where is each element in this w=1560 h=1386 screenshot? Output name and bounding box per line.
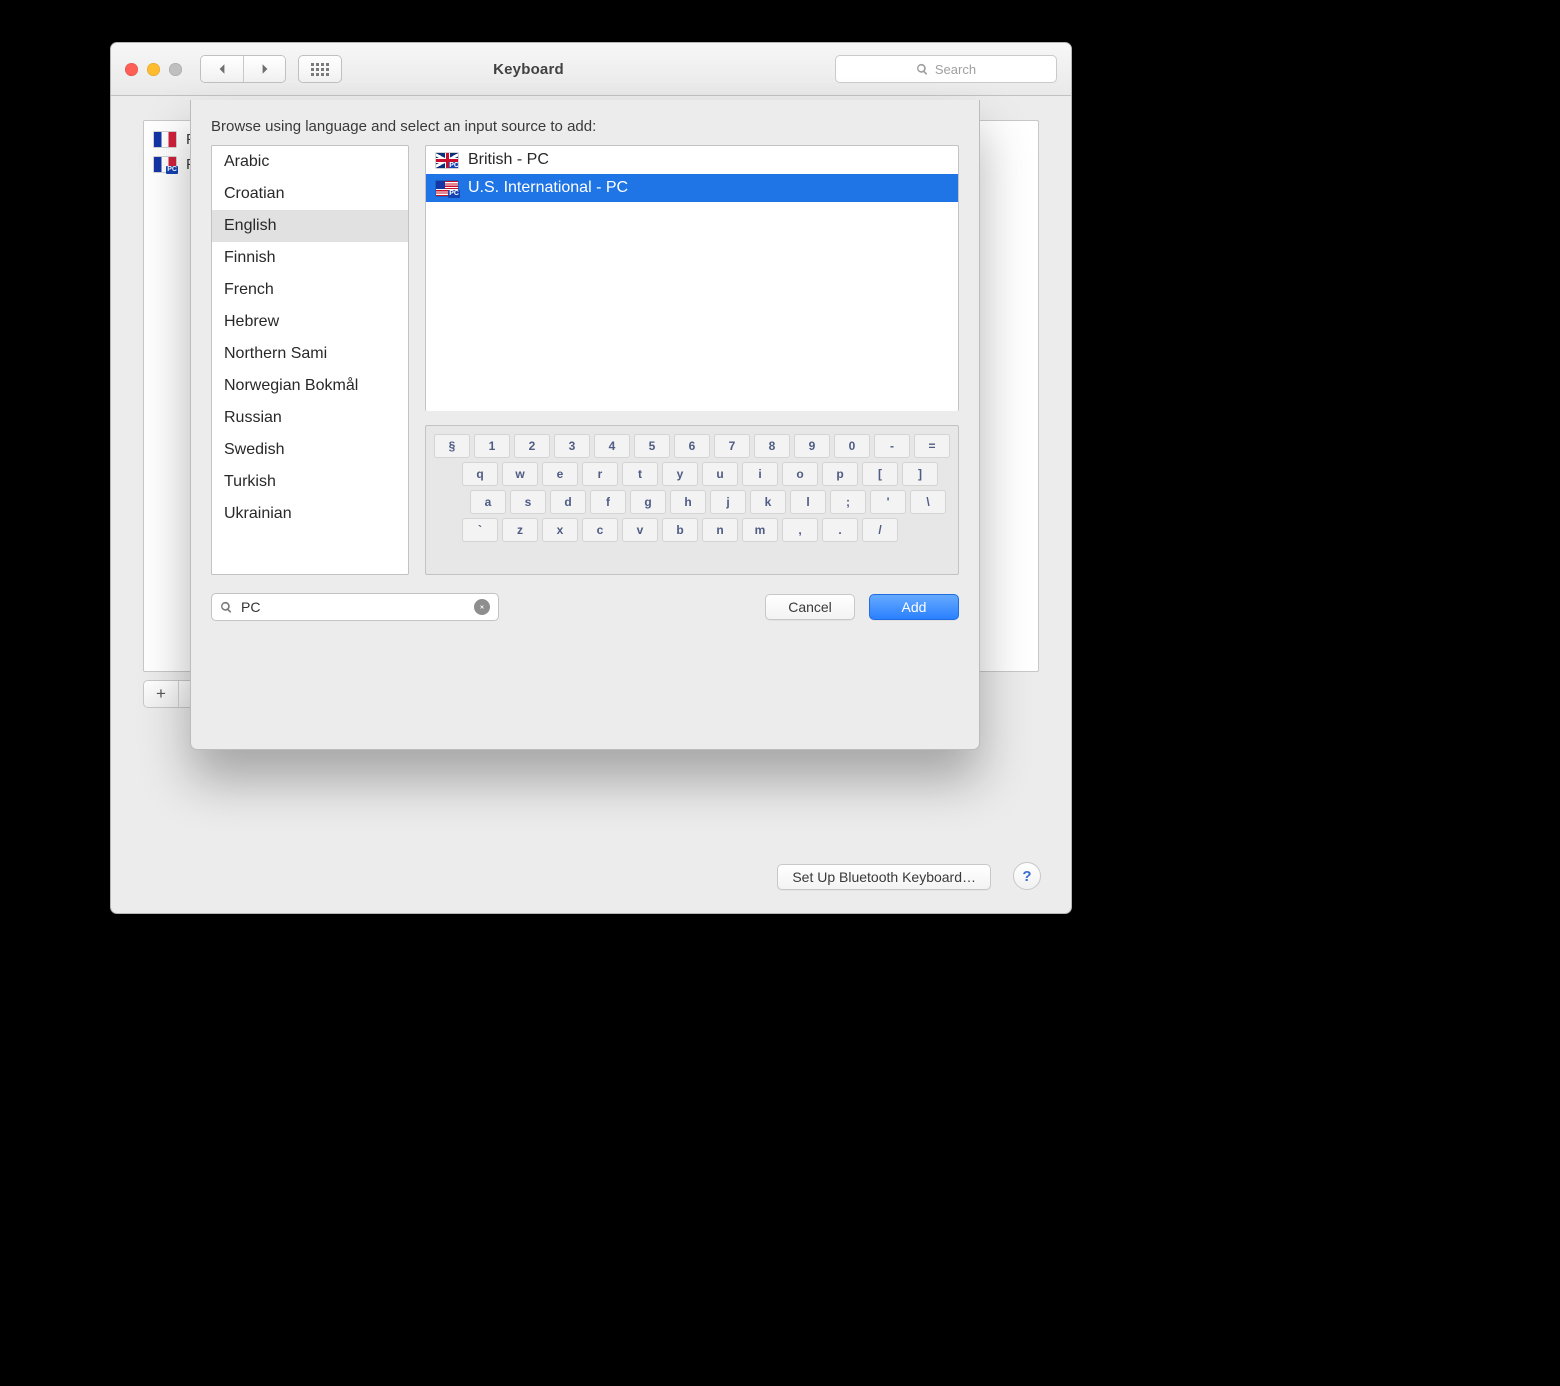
keyboard-key: ] — [902, 462, 938, 486]
keyboard-key: 4 — [594, 434, 630, 458]
keyboard-key: h — [670, 490, 706, 514]
keyboard-key: 1 — [474, 434, 510, 458]
keyboard-key: e — [542, 462, 578, 486]
minimize-icon[interactable] — [147, 63, 160, 76]
language-item[interactable]: English — [212, 210, 408, 242]
keyboard-key: ; — [830, 490, 866, 514]
language-item[interactable]: Croatian — [212, 178, 408, 210]
keyboard-key: 0 — [834, 434, 870, 458]
keyboard-key: a — [470, 490, 506, 514]
keyboard-key: s — [510, 490, 546, 514]
keyboard-key: k — [750, 490, 786, 514]
keyboard-key: x — [542, 518, 578, 542]
cancel-button[interactable]: Cancel — [765, 594, 855, 620]
flag-france-pc-icon: PC — [154, 157, 176, 172]
keyboard-key: j — [710, 490, 746, 514]
keyboard-key: q — [462, 462, 498, 486]
keyboard-key: g — [630, 490, 666, 514]
keyboard-key: / — [862, 518, 898, 542]
language-item[interactable]: Finnish — [212, 242, 408, 274]
language-item[interactable]: Turkish — [212, 466, 408, 498]
keyboard-key: u — [702, 462, 738, 486]
keyboard-key: c — [582, 518, 618, 542]
keyboard-key: i — [742, 462, 778, 486]
nav-segmented — [200, 55, 286, 83]
keyboard-key: b — [662, 518, 698, 542]
keyboard-key: 8 — [754, 434, 790, 458]
bluetooth-keyboard-button[interactable]: Set Up Bluetooth Keyboard… — [777, 864, 991, 890]
keyboard-key: , — [782, 518, 818, 542]
keyboard-key: r — [582, 462, 618, 486]
keyboard-key: 7 — [714, 434, 750, 458]
close-icon[interactable] — [125, 63, 138, 76]
input-source-list: PC British - PC PC U.S. International - PC — [425, 145, 959, 411]
back-button[interactable] — [201, 56, 243, 82]
flag-us-icon: PC — [436, 181, 458, 196]
keyboard-key: o — [782, 462, 818, 486]
language-item[interactable]: Swedish — [212, 434, 408, 466]
keyboard-key: f — [590, 490, 626, 514]
help-button[interactable]: ? — [1013, 862, 1041, 890]
language-item[interactable]: Norwegian Bokmål — [212, 370, 408, 402]
sheet-title: Browse using language and select an inpu… — [211, 118, 959, 135]
keyboard-key: . — [822, 518, 858, 542]
keyboard-key: y — [662, 462, 698, 486]
zoom-icon[interactable] — [169, 63, 182, 76]
keyboard-key: 5 — [634, 434, 670, 458]
language-item[interactable]: Hebrew — [212, 306, 408, 338]
keyboard-key: z — [502, 518, 538, 542]
add-source-button[interactable]: + — [144, 681, 178, 707]
keyboard-key: - — [874, 434, 910, 458]
keyboard-key: l — [790, 490, 826, 514]
language-item[interactable]: Northern Sami — [212, 338, 408, 370]
keyboard-key: 9 — [794, 434, 830, 458]
input-source-label: U.S. International - PC — [468, 179, 628, 197]
keyboard-key: § — [434, 434, 470, 458]
flag-france-icon — [154, 132, 176, 147]
keyboard-key: 3 — [554, 434, 590, 458]
sheet-search-input[interactable] — [239, 598, 468, 616]
keyboard-key: = — [914, 434, 950, 458]
keyboard-key: m — [742, 518, 778, 542]
keyboard-key: w — [502, 462, 538, 486]
keyboard-key: ` — [462, 518, 498, 542]
keyboard-key: [ — [862, 462, 898, 486]
toolbar-search-placeholder: Search — [935, 62, 976, 77]
language-item[interactable]: Ukrainian — [212, 498, 408, 530]
keyboard-key: p — [822, 462, 858, 486]
input-source-item[interactable]: PC U.S. International - PC — [426, 174, 958, 202]
keyboard-key: ' — [870, 490, 906, 514]
window-title: Keyboard — [294, 61, 763, 78]
keyboard-key: t — [622, 462, 658, 486]
keyboard-key: \ — [910, 490, 946, 514]
close-icon — [480, 603, 484, 611]
add-input-source-sheet: Browse using language and select an inpu… — [190, 100, 980, 750]
sheet-search[interactable] — [211, 593, 499, 621]
flag-uk-icon: PC — [436, 153, 458, 168]
keyboard-key: n — [702, 518, 738, 542]
language-item[interactable]: Russian — [212, 402, 408, 434]
search-icon — [220, 601, 233, 614]
forward-button[interactable] — [243, 56, 285, 82]
language-item[interactable]: Arabic — [212, 146, 408, 178]
keyboard-key: 2 — [514, 434, 550, 458]
input-source-label: British - PC — [468, 151, 549, 169]
keyboard-key: d — [550, 490, 586, 514]
input-source-item[interactable]: PC British - PC — [426, 146, 958, 174]
language-item[interactable]: French — [212, 274, 408, 306]
window-controls — [125, 63, 182, 76]
language-list: ArabicCroatianEnglishFinnishFrenchHebrew… — [211, 145, 409, 575]
keyboard-key: 6 — [674, 434, 710, 458]
keyboard-key: v — [622, 518, 658, 542]
clear-search-button[interactable] — [474, 599, 490, 615]
keyboard-preview: §1234567890-= qwertyuiop[] asdfghjkl;'\ … — [425, 425, 959, 575]
add-button[interactable]: Add — [869, 594, 959, 620]
titlebar: Keyboard Search — [111, 43, 1071, 96]
search-icon — [916, 63, 929, 76]
toolbar-search[interactable]: Search — [835, 55, 1057, 83]
